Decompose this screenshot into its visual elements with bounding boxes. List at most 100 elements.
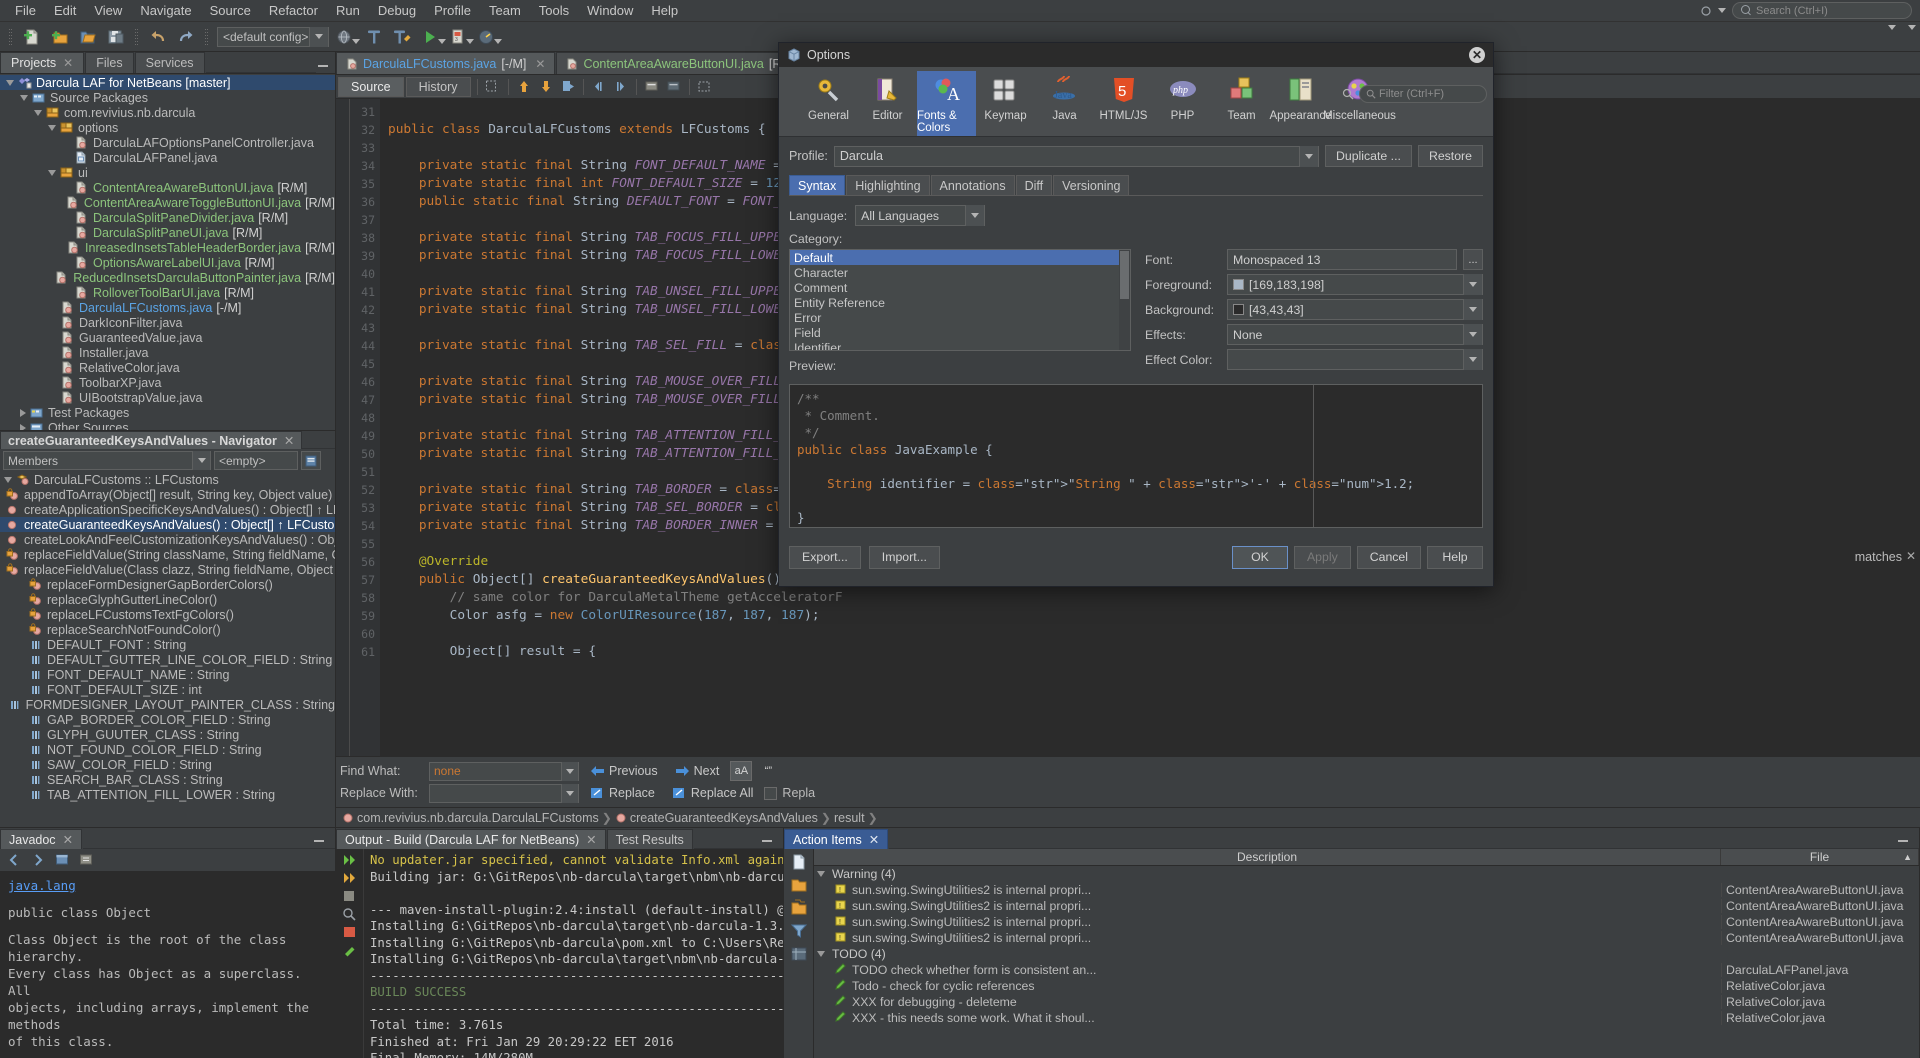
column-description[interactable]: Description [814,849,1721,865]
apply-button[interactable]: Apply [1294,546,1351,569]
chevron-down-icon[interactable] [561,784,578,803]
restore-button[interactable]: Restore [1418,145,1483,167]
profile-project-button[interactable] [473,25,499,49]
find-previous-button[interactable]: Previous [584,763,664,779]
config-combo[interactable]: <default config> [217,27,329,47]
menu-profile[interactable]: Profile [425,1,480,20]
rerun-alt-icon[interactable] [342,871,358,885]
find-close-icon[interactable]: ✕ [1906,549,1916,563]
run-main-project-button[interactable] [333,25,359,49]
syntax-category-item[interactable]: Identifier [790,340,1130,351]
redo-button[interactable] [173,25,199,49]
toolbar-collapse-icon[interactable] [1908,25,1916,30]
options-category-java[interactable]: JavaJava [1035,71,1094,136]
tree-node[interactable]: ToolbarXP.java [0,375,335,390]
navigator-item[interactable]: createApplicationSpecificKeysAndValues()… [0,502,335,517]
category-scrollbar[interactable] [1119,250,1130,350]
editor-view-tab-history[interactable]: History [406,77,471,97]
table-row[interactable]: !sun.swing.SwingUtilities2 is internal p… [814,930,1919,946]
background-combo[interactable]: [43,43,43] [1227,299,1483,320]
table-row[interactable]: XXX for debugging - deletemeRelativeColo… [814,994,1919,1010]
options-category-keymap[interactable]: Keymap [976,71,1035,136]
find-input[interactable]: none [429,762,579,781]
debug-project-button[interactable]: 3 [445,25,471,49]
javadoc-package-link[interactable]: java.lang [8,877,327,894]
navigator-item[interactable]: appendToArray(Object[] result, String ke… [0,487,335,502]
toolbar-grip[interactable] [8,28,14,46]
menu-file[interactable]: File [6,1,45,20]
navigator-item[interactable]: createGuaranteedKeysAndValues() : Object… [0,517,335,532]
tab-action-items[interactable]: Action Items ✕ [784,829,888,849]
javadoc-back-button[interactable] [3,849,25,871]
tab-services[interactable]: Services [135,52,205,73]
next-bookmark-button[interactable] [535,76,557,98]
navigator-item[interactable]: replaceSearchNotFoundColor() [0,622,335,637]
project-scope-icon[interactable] [790,876,808,894]
menu-run[interactable]: Run [327,1,369,20]
import-button[interactable]: Import... [869,546,940,569]
save-all-button[interactable] [103,25,129,49]
options-category-php[interactable]: phpPHP [1153,71,1212,136]
navigator-item[interactable]: DarculaLFCustoms :: LFCustoms [0,472,335,487]
menu-refactor[interactable]: Refactor [260,1,327,20]
chevron-down-icon[interactable] [309,27,328,47]
navigator-item[interactable]: replaceFormDesignerGapBorderColors() [0,577,335,592]
language-combo[interactable]: All Languages [855,205,985,226]
tree-node[interactable]: DarculaSplitPaneUI.java[R/M] [0,225,335,240]
javadoc-show-in-browser-button[interactable] [51,849,73,871]
options-category-appearance[interactable]: Appearance [1271,71,1330,136]
navigator-item[interactable]: GLYPH_GUUTER_CLASS : String [0,727,335,742]
column-file[interactable]: File ▲ [1721,849,1919,865]
chevron-down-icon[interactable] [965,205,984,226]
chevron-down-icon[interactable] [1718,8,1726,13]
options-category-miscellaneous[interactable]: Miscellaneous [1330,71,1389,136]
group-by-icon[interactable] [790,945,808,963]
find-output-icon[interactable] [342,907,358,921]
clear-output-icon[interactable] [342,943,358,957]
replace-input[interactable] [429,784,579,803]
filter-icon[interactable] [790,922,808,940]
breadcrumb-item-variable[interactable]: result [834,811,865,825]
menu-edit[interactable]: Edit [45,1,85,20]
replace-checkbox[interactable] [764,787,777,800]
navigator-options-button[interactable] [301,451,321,470]
close-icon[interactable]: ✕ [586,832,596,847]
last-edit-button[interactable] [482,76,504,98]
navigator-members-list[interactable]: DarculaLFCustoms :: LFCustomsappendToArr… [0,472,335,827]
toggle-bookmark-button[interactable] [557,76,579,98]
tree-node[interactable]: Source Packages [0,90,335,105]
toggle-rect-selection-button[interactable] [694,76,716,98]
foreground-combo[interactable]: [169,183,198] [1227,274,1483,295]
menu-source[interactable]: Source [201,1,260,20]
tree-node[interactable]: Darcula LAF for NetBeans [master] [0,75,335,90]
javadoc-open-source-button[interactable] [75,849,97,871]
match-case-toggle[interactable]: aA [730,761,752,781]
tree-node[interactable]: DarkIconFilter.java [0,315,335,330]
tree-node[interactable]: GuaranteedValue.java [0,330,335,345]
tab-javadoc[interactable]: Javadoc ✕ [0,829,82,849]
cancel-button[interactable]: Cancel [1357,546,1421,569]
navigator-item[interactable]: replaceFieldValue(Class clazz, String fi… [0,562,335,577]
breadcrumb-item-class[interactable]: com.revivius.nb.darcula.DarculaLFCustoms [357,811,599,825]
duplicate-button[interactable]: Duplicate ... [1325,145,1412,167]
navigator-item[interactable]: DEFAULT_GUTTER_LINE_COLOR_FIELD : String [0,652,335,667]
navigator-scope-combo[interactable]: <empty> [214,451,298,470]
options-category-editor[interactable]: Editor [858,71,917,136]
syntax-category-item[interactable]: Default [790,250,1130,265]
current-file-scope-icon[interactable] [790,853,808,871]
menu-view[interactable]: View [85,1,131,20]
chevron-down-icon[interactable] [1463,299,1482,320]
action-items-rows[interactable]: Warning (4)!sun.swing.SwingUtilities2 is… [814,866,1919,1026]
tree-node[interactable]: DarculaLAFPanel.java [0,150,335,165]
editor-tab-darculalfcustoms[interactable]: DarculaLFCustoms.java [-/M] ✕ [336,52,555,74]
action-items-group[interactable]: TODO (4) [814,946,1919,962]
toolbar-overflow-icon[interactable] [1888,25,1896,30]
navigator-item[interactable]: replaceGlyphGutterLineColor() [0,592,335,607]
editor-view-tab-source[interactable]: Source [338,77,404,97]
menu-window[interactable]: Window [578,1,642,20]
close-icon[interactable]: ✕ [284,433,294,448]
navigator-item[interactable]: replaceLFCustomsTextFgColors() [0,607,335,622]
run-project-button[interactable] [417,25,443,49]
table-row[interactable]: !sun.swing.SwingUtilities2 is internal p… [814,882,1919,898]
options-filter-input[interactable]: Filter (Ctrl+F) [1359,85,1487,103]
